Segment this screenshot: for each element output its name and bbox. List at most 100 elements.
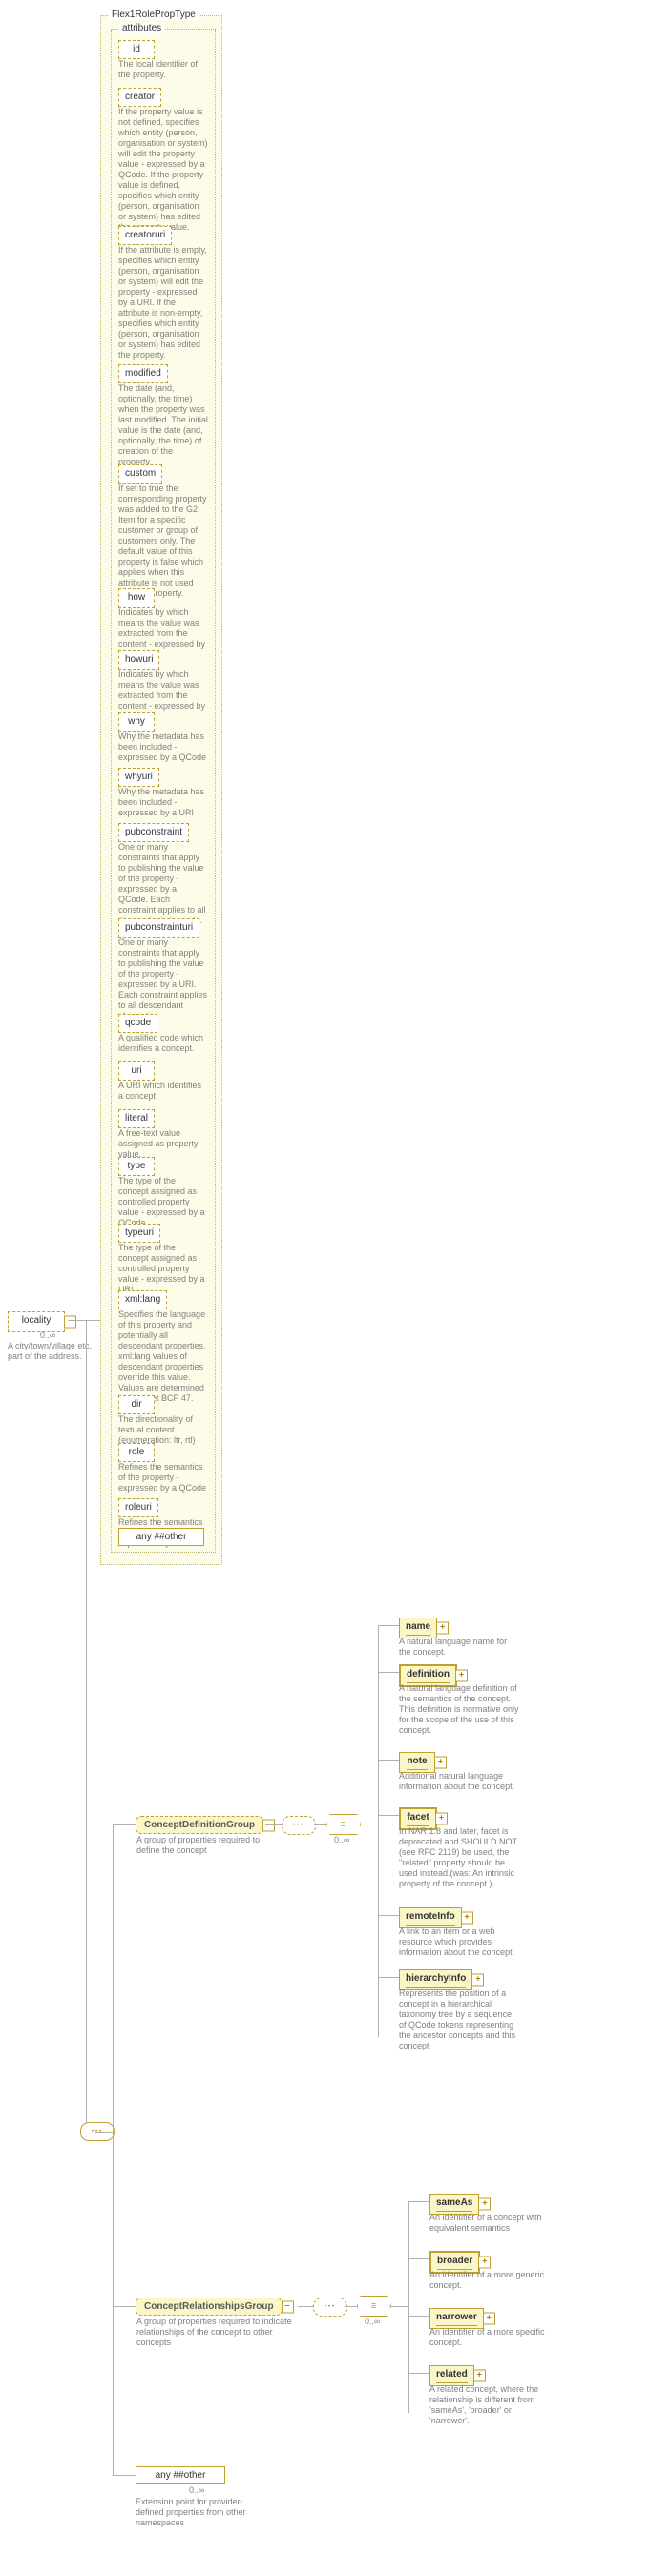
type-title: Flex1RolePropType — [109, 10, 199, 20]
attr-role: role — [118, 1443, 155, 1462]
element-name[interactable]: name+ — [399, 1618, 437, 1638]
attr-type: type — [118, 1157, 155, 1176]
any-other-element: any ##other — [136, 2466, 225, 2484]
expand-icon[interactable]: + — [436, 1622, 449, 1635]
sequence-compositor: ••• — [282, 1816, 316, 1835]
connector — [408, 2316, 429, 2317]
element-narrower-desc: An identifier of a more specific concept… — [429, 2327, 552, 2348]
group-conceptrelationships-desc: A group of properties required to indica… — [136, 2317, 293, 2348]
attr-uri-desc: A URI which identifies a concept. — [118, 1081, 208, 1102]
expand-icon[interactable]: + — [483, 2313, 495, 2325]
attr-pubconstrainturi-desc: One or many constraints that apply to pu… — [118, 938, 208, 1021]
attr-custom: custom — [118, 464, 162, 484]
attr-whyuri: whyuri — [118, 768, 159, 787]
attr-why-desc: Why the metadata has been included - exp… — [118, 732, 208, 763]
connector — [69, 1320, 86, 1321]
connector — [95, 2132, 113, 2133]
group-conceptrelationships[interactable]: ConceptRelationshipsGroup − — [136, 2298, 283, 2316]
attr-xml-lang: xml:lang — [118, 1290, 167, 1309]
connector — [378, 1760, 399, 1761]
element-note[interactable]: note+ — [399, 1752, 435, 1773]
attr-creator: creator — [118, 88, 161, 107]
any-other-attr-label: any ##other — [136, 1532, 187, 1542]
attr-modified: modified — [118, 364, 168, 383]
element-definition-desc: A natural language definition of the sem… — [399, 1683, 521, 1736]
attr-typeuri: typeuri — [118, 1224, 160, 1243]
element-related[interactable]: related+ — [429, 2365, 474, 2386]
connector — [113, 2306, 136, 2307]
expand-icon[interactable]: + — [478, 2198, 491, 2211]
element-hierarchyinfo-desc: Represents the position of a concept in … — [399, 1989, 521, 2051]
attr-typeuri-desc: The type of the concept assigned as cont… — [118, 1243, 208, 1295]
expand-icon[interactable]: + — [461, 1912, 473, 1925]
any-other-element-label: any ##other — [156, 2470, 206, 2481]
connector — [113, 1824, 136, 1825]
expand-icon[interactable]: + — [471, 1974, 484, 1987]
expand-icon[interactable]: + — [435, 1813, 448, 1825]
locality-card: 0..∞ — [40, 1330, 55, 1340]
attr-custom-desc: If set to true the corresponding propert… — [118, 484, 208, 599]
attr-pubconstrainturi: pubconstrainturi — [118, 918, 199, 938]
attr-dir: dir — [118, 1395, 155, 1414]
connector — [378, 1672, 399, 1673]
attr-qcode-desc: A qualified code which identifies a conc… — [118, 1033, 208, 1054]
attr-id-desc: The local identifier of the property. — [118, 59, 208, 80]
attr-id: id — [118, 40, 155, 59]
group-conceptdefinition-label: ConceptDefinitionGroup — [144, 1820, 255, 1830]
conceptrel-card: 0..∞ — [365, 2317, 380, 2326]
element-hierarchyinfo[interactable]: hierarchyInfo+ — [399, 1969, 472, 1990]
expand-icon[interactable]: + — [478, 2257, 491, 2269]
connector — [86, 1320, 87, 2131]
expand-icon[interactable]: − — [64, 1316, 76, 1329]
connector — [113, 1824, 114, 2132]
element-remoteinfo-desc: A link to an item or a web resource whic… — [399, 1927, 521, 1958]
attr-creator-desc: If the property value is not defined, sp… — [118, 107, 208, 233]
attr-creatoruri-desc: If the attribute is empty, specifies whi… — [118, 245, 208, 361]
connector — [113, 2475, 136, 2476]
connector — [345, 2306, 357, 2307]
attr-xml-lang-desc: Specifies the language of this property … — [118, 1309, 208, 1404]
element-broader-desc: An identifier of a more generic concept. — [429, 2270, 552, 2291]
attr-pubconstraint: pubconstraint — [118, 823, 189, 842]
expand-icon[interactable]: + — [473, 2370, 486, 2382]
attr-literal: literal — [118, 1109, 155, 1128]
conceptdef-card: 0..∞ — [334, 1835, 349, 1844]
expand-icon[interactable]: + — [455, 1670, 468, 1682]
element-locality[interactable]: locality − — [8, 1311, 65, 1332]
connector — [378, 1625, 379, 2037]
attributes-title: attributes — [119, 23, 164, 33]
any-other-desc: Extension point for provider-defined pro… — [136, 2497, 269, 2528]
group-conceptdefinition-desc: A group of properties required to define… — [136, 1835, 266, 1856]
element-name-desc: A natural language name for the concept. — [399, 1637, 521, 1658]
connector — [378, 1915, 399, 1916]
connector — [298, 2306, 313, 2307]
connector — [408, 2258, 429, 2259]
group-conceptdefinition[interactable]: ConceptDefinitionGroup − — [136, 1816, 263, 1834]
locality-label: locality — [22, 1314, 52, 1329]
any-other-card: 0..∞ — [189, 2485, 204, 2495]
any-other-attr: any ##other — [118, 1528, 204, 1546]
expand-icon[interactable]: + — [434, 1757, 447, 1769]
connector — [408, 2201, 409, 2413]
attr-type-desc: The type of the concept assigned as cont… — [118, 1176, 208, 1228]
connector — [265, 1824, 282, 1825]
connector — [389, 2306, 408, 2307]
element-narrower[interactable]: narrower+ — [429, 2308, 484, 2329]
attr-dir-desc: The directionality of textual content (e… — [118, 1414, 208, 1446]
attr-qcode: qcode — [118, 1014, 157, 1033]
attr-why: why — [118, 712, 155, 732]
expand-icon[interactable]: − — [282, 2300, 294, 2313]
attr-role-desc: Refines the semantics of the property - … — [118, 1462, 208, 1494]
element-facet-desc: In NAR 1.8 and later, facet is deprecate… — [399, 1826, 521, 1889]
element-sameas-desc: An identifier of a concept with equivale… — [429, 2213, 552, 2234]
connector — [113, 2132, 114, 2475]
choice-compositor: ☰ — [357, 2296, 391, 2317]
group-conceptrelationships-label: ConceptRelationshipsGroup — [144, 2301, 274, 2312]
element-remoteinfo[interactable]: remoteInfo+ — [399, 1907, 462, 1928]
element-sameas[interactable]: sameAs+ — [429, 2194, 479, 2215]
sequence-compositor: ••• — [313, 2298, 347, 2317]
element-related-desc: A related concept, where the relationshi… — [429, 2384, 552, 2426]
attr-whyuri-desc: Why the metadata has been included - exp… — [118, 787, 208, 818]
attr-howuri: howuri — [118, 650, 159, 670]
attr-how: how — [118, 588, 155, 608]
